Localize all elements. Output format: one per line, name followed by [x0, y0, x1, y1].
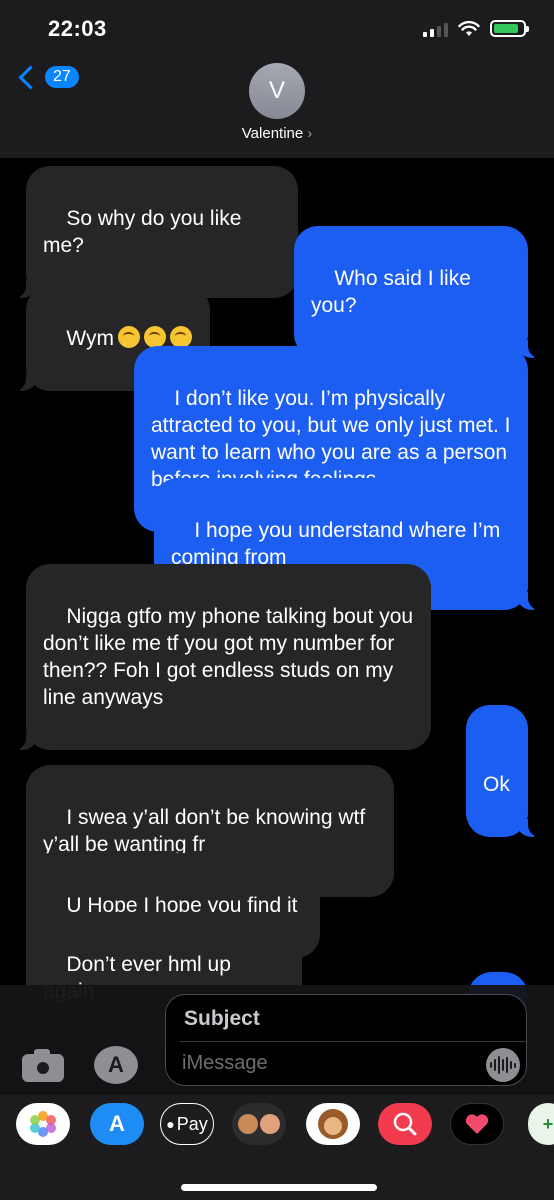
- photos-app-icon[interactable]: [16, 1103, 70, 1145]
- upside-down-face-emoji-icon: [143, 326, 166, 348]
- more-apps-glyph-icon: +: [542, 1113, 554, 1134]
- message-text: Who said I like you?: [311, 267, 477, 317]
- digital-touch-app-icon[interactable]: [450, 1103, 504, 1145]
- photos-icon: [30, 1111, 56, 1137]
- camera-button[interactable]: [22, 1048, 66, 1082]
- memoji-face-icon: [238, 1114, 258, 1134]
- avatar-initial: V: [268, 77, 285, 104]
- cellular-signal-icon: [423, 21, 448, 37]
- home-indicator[interactable]: [181, 1184, 377, 1191]
- message-text: Ok: [483, 773, 510, 796]
- status-icons: [423, 20, 529, 37]
- apple-logo-icon: ●: [166, 1116, 175, 1132]
- status-time: 22:03: [48, 16, 107, 41]
- app-store-icon: A: [108, 1052, 124, 1077]
- incoming-message-bubble[interactable]: So why do you like me?: [12, 166, 298, 298]
- message-text: I swea y’all don’t be knowing wtf y’all …: [43, 806, 372, 856]
- camera-icon: [35, 1060, 51, 1076]
- compose-divider: [180, 1041, 526, 1042]
- back-button[interactable]: 27: [14, 64, 79, 90]
- compose-field[interactable]: Subject: [165, 994, 527, 1086]
- memoji-face-icon: [260, 1114, 280, 1134]
- messages-screen: 22:03 27 V Valentine › So why do you like…: [0, 0, 554, 1200]
- message-text: Nigga gtfo my phone talking bout you don…: [43, 605, 419, 709]
- apple-pay-app-icon[interactable]: ● Pay: [160, 1103, 214, 1145]
- outgoing-message-bubble[interactable]: Ok: [466, 705, 542, 837]
- upside-down-face-emoji-icon: [169, 326, 192, 348]
- audio-message-button[interactable]: [486, 1048, 520, 1082]
- monkey-face-icon: [318, 1109, 348, 1139]
- message-text: I don’t like you. I’m physically attract…: [151, 387, 511, 491]
- app-store-glyph-icon: A: [109, 1111, 125, 1136]
- message-text: I hope you understand where I’m coming f…: [171, 519, 507, 569]
- chevron-right-icon: ›: [307, 125, 313, 142]
- animoji-app-icon[interactable]: [306, 1103, 360, 1145]
- subject-field[interactable]: Subject: [184, 1007, 260, 1031]
- app-store-app-icon[interactable]: A: [90, 1103, 144, 1145]
- upside-down-face-emoji-icon: [117, 326, 140, 348]
- contact-name: Valentine: [241, 125, 304, 142]
- unread-count-badge: 27: [45, 66, 79, 88]
- memoji-app-icon[interactable]: [232, 1103, 286, 1145]
- app-store-button[interactable]: A: [94, 1046, 138, 1084]
- message-text: Wym: [66, 327, 114, 350]
- wifi-icon: [458, 20, 480, 36]
- message-text: So why do you like me?: [43, 207, 248, 257]
- incoming-message-bubble[interactable]: Nigga gtfo my phone talking bout you don…: [12, 564, 431, 750]
- web-search-app-icon[interactable]: [378, 1103, 432, 1145]
- contact-avatar[interactable]: V: [249, 63, 305, 119]
- chevron-left-icon: [18, 64, 43, 90]
- battery-charging-icon: [490, 20, 529, 37]
- contact-name-button[interactable]: Valentine ›: [0, 125, 554, 142]
- globe-search-icon: [393, 1112, 417, 1136]
- apple-pay-label: Pay: [176, 1113, 208, 1134]
- outgoing-message-bubble[interactable]: Who said I like you?: [294, 226, 542, 358]
- message-input[interactable]: [182, 1052, 452, 1075]
- heart-icon: [465, 1114, 489, 1134]
